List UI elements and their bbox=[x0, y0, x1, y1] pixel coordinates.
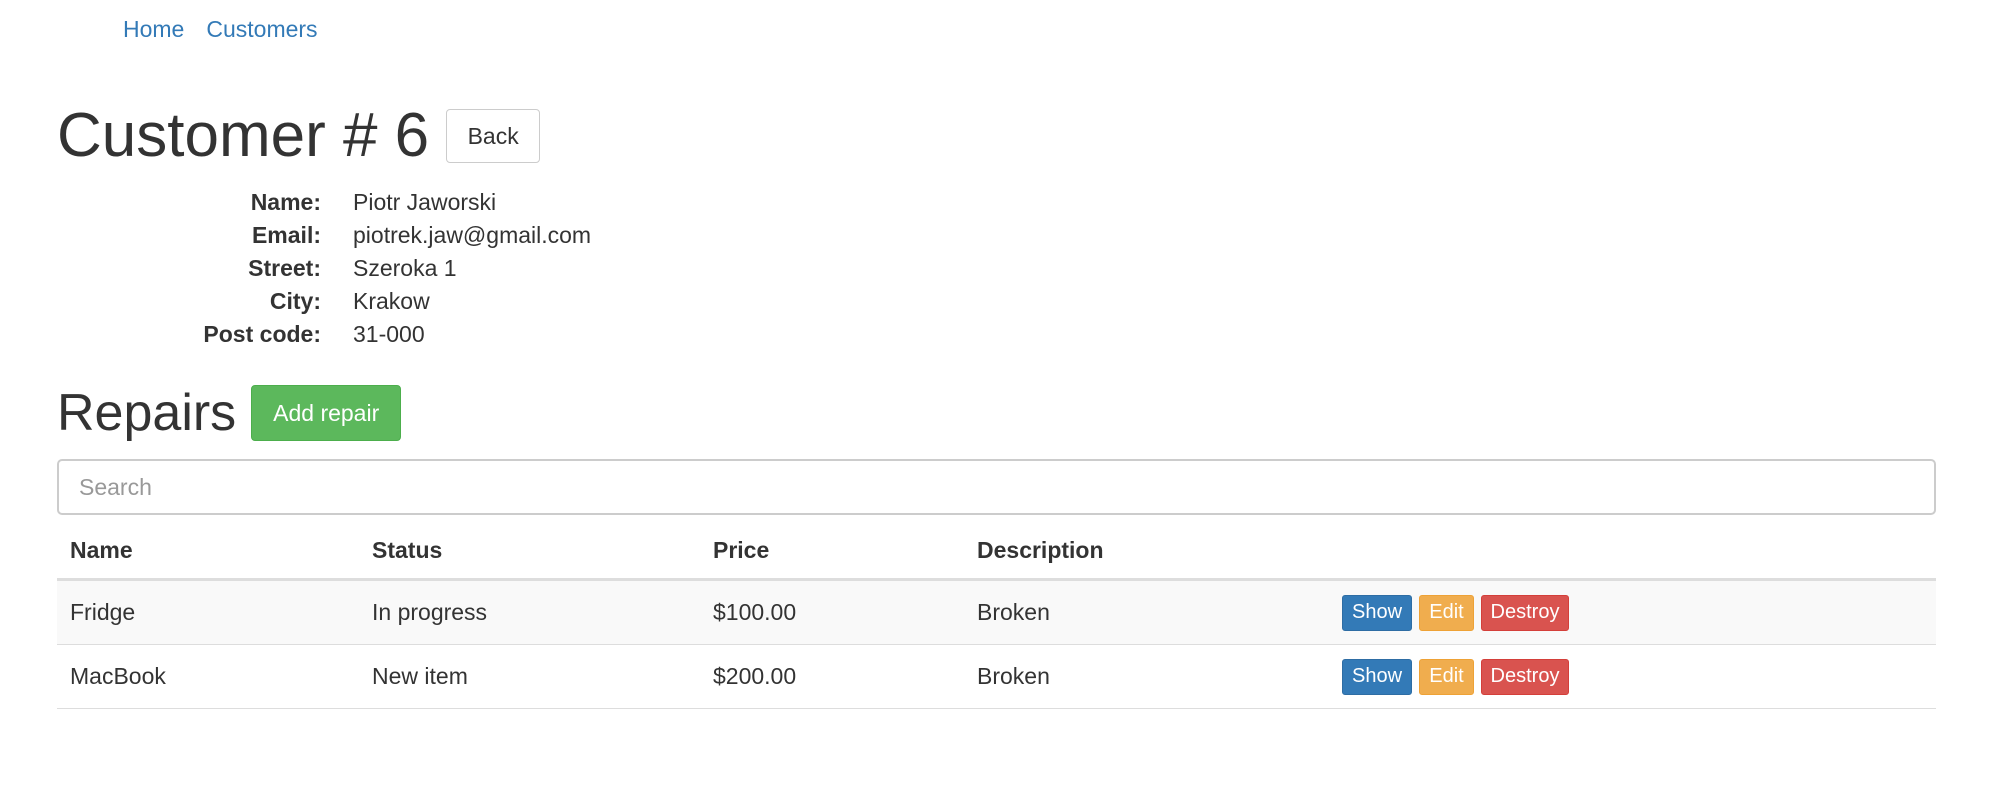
column-header-description: Description bbox=[964, 522, 1329, 581]
repairs-title: Repairs bbox=[57, 384, 237, 442]
detail-label: Street: bbox=[248, 255, 321, 281]
row-actions: Show Edit Destroy bbox=[1342, 594, 1923, 631]
page-title: Customer # 6 bbox=[57, 101, 430, 170]
cell-status: New item bbox=[359, 644, 700, 709]
cell-actions: Show Edit Destroy bbox=[1329, 644, 1936, 709]
detail-value: 31-000 bbox=[353, 321, 425, 347]
edit-button[interactable]: Edit bbox=[1419, 594, 1474, 631]
detail-row-street: Street: Szeroka 1 bbox=[57, 252, 591, 285]
cell-description: Broken bbox=[964, 644, 1329, 709]
detail-value: Szeroka 1 bbox=[353, 255, 457, 281]
show-button[interactable]: Show bbox=[1342, 658, 1412, 695]
cell-description: Broken bbox=[964, 579, 1329, 645]
destroy-button[interactable]: Destroy bbox=[1481, 658, 1569, 695]
column-header-actions bbox=[1329, 522, 1936, 581]
detail-label: Email: bbox=[251, 222, 321, 248]
back-button[interactable]: Back bbox=[446, 109, 541, 163]
detail-row-email: Email: piotrek.jaw@gmail.com bbox=[57, 219, 591, 252]
repairs-header: Repairs Add repair bbox=[57, 384, 402, 442]
cell-status: In progress bbox=[359, 579, 700, 645]
detail-label: Name: bbox=[250, 189, 321, 215]
nav-customers-link[interactable]: Customers bbox=[206, 12, 317, 46]
table-header-row: Name Status Price Description bbox=[57, 522, 1936, 581]
table-row: Fridge In progress $100.00 Broken Show E… bbox=[57, 579, 1936, 645]
page-header: Customer # 6 Back bbox=[57, 100, 541, 172]
table-row: MacBook New item $200.00 Broken Show Edi… bbox=[57, 644, 1936, 709]
detail-value: piotrek.jaw@gmail.com bbox=[353, 222, 592, 248]
nav-home-link[interactable]: Home bbox=[123, 12, 184, 46]
search-input[interactable] bbox=[57, 459, 1936, 515]
detail-label: City: bbox=[269, 288, 321, 314]
detail-value: Piotr Jaworski bbox=[353, 189, 497, 215]
detail-row-name: Name: Piotr Jaworski bbox=[57, 186, 591, 219]
cell-price: $200.00 bbox=[700, 644, 964, 709]
edit-button[interactable]: Edit bbox=[1419, 658, 1474, 695]
column-header-price: Price bbox=[700, 522, 964, 581]
cell-actions: Show Edit Destroy bbox=[1329, 579, 1936, 645]
repairs-table: Name Status Price Description Fridge In … bbox=[57, 522, 1936, 709]
column-header-name: Name bbox=[57, 522, 359, 581]
detail-row-city: City: Krakow bbox=[57, 285, 591, 318]
cell-price: $100.00 bbox=[700, 579, 964, 645]
cell-name: MacBook bbox=[57, 644, 359, 709]
row-actions: Show Edit Destroy bbox=[1342, 658, 1923, 695]
column-header-status: Status bbox=[359, 522, 700, 581]
show-button[interactable]: Show bbox=[1342, 594, 1412, 631]
add-repair-button[interactable]: Add repair bbox=[251, 385, 402, 441]
detail-value: Krakow bbox=[353, 288, 430, 314]
detail-label: Post code: bbox=[203, 321, 321, 347]
destroy-button[interactable]: Destroy bbox=[1481, 594, 1569, 631]
cell-name: Fridge bbox=[57, 579, 359, 645]
detail-row-post-code: Post code: 31-000 bbox=[57, 318, 591, 351]
customer-details: Name: Piotr Jaworski Email: piotrek.jaw@… bbox=[57, 186, 591, 351]
top-nav: Home Customers bbox=[123, 12, 318, 46]
